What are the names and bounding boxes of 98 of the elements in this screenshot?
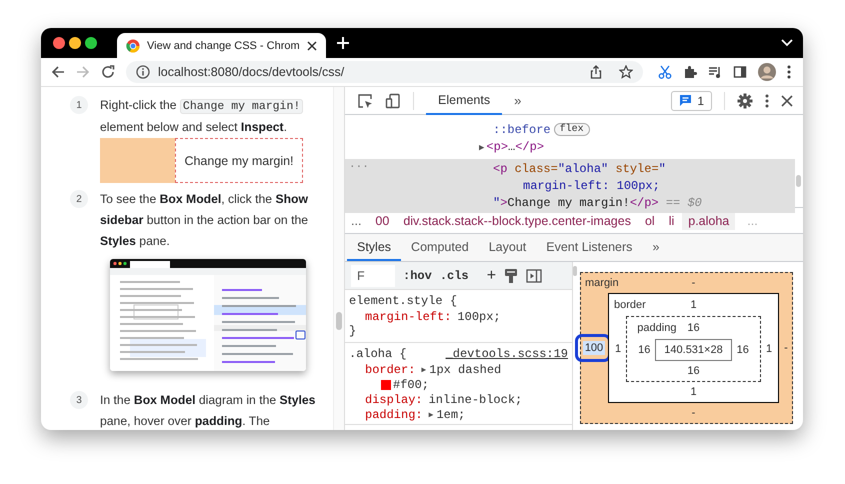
share-icon[interactable] [589,65,603,79]
address-bar[interactable]: localhost:8080/docs/devtools/css/ [126,61,643,83]
globe-icon [126,38,140,52]
property-value: 100px; [457,310,501,324]
box-value[interactable]: - [692,277,696,289]
more-tabs-button[interactable]: » [514,93,522,108]
hov-button[interactable]: :hov [403,268,432,282]
box-value[interactable]: 1 [766,343,772,355]
browser-tab[interactable]: View and change CSS - Chrom [117,33,326,58]
box-label: margin [584,277,619,289]
dom-line: ▶ <p>…</p> [479,140,544,154]
sidebar-toggle-icon[interactable] [526,268,542,282]
content-box: 140.531×28 [655,339,732,361]
property-name: display: [365,392,423,406]
chevron-down-icon[interactable] [781,39,793,47]
source-link[interactable]: _devtools.scss:19 [446,347,568,361]
issues-count: 1 [697,94,704,108]
step-number: 3 [70,391,88,409]
css-selector: element.style { [349,294,458,308]
close-icon[interactable] [306,40,317,50]
close-icon[interactable] [781,94,793,106]
step-number: 1 [70,96,88,114]
device-icon[interactable] [385,92,401,108]
box-label: padding [636,322,676,334]
box-value[interactable]: 16 [638,344,650,356]
dom-line: ::before [493,122,551,136]
closing-brace: } [349,324,358,340]
window-control-icon[interactable] [85,37,97,49]
property-name: margin-left: [365,310,452,324]
cls-button[interactable]: .cls [440,268,469,282]
dom-line: ">Change my margin!</p> == $0 [493,196,702,210]
scrollbar-thumb[interactable] [573,266,577,276]
star-icon[interactable] [619,65,633,79]
panel-tab[interactable]: Elements [426,86,502,114]
puzzle-icon[interactable] [683,65,697,79]
box-value[interactable]: - [692,407,696,419]
avatar-icon[interactable] [758,63,776,81]
box-value[interactable]: 100 [582,341,606,355]
property-value: #f00; [393,378,430,392]
dom-node[interactable]: ::before flex [345,121,803,138]
breadcrumb[interactable]: ol [638,212,661,230]
sidebar-tab[interactable]: Event Listeners [536,234,642,261]
dom-line: margin-left: 100px; [523,178,660,192]
tab-title: View and change CSS - Chrom [147,40,300,52]
scissors-icon[interactable] [658,65,672,79]
reload-icon[interactable] [101,65,115,79]
property-value: 1em; [436,408,466,422]
more-icon[interactable] [765,94,769,108]
dom-line: <p class="aloha" style=" [493,162,666,176]
filter-field[interactable]: F [351,264,395,286]
box-value[interactable]: 16 [687,365,700,377]
box-value[interactable]: 16 [736,344,749,356]
property-name: border: [365,362,416,376]
more-icon[interactable] [787,65,791,79]
box-value[interactable]: 1 [614,343,622,355]
box-value[interactable]: 16 [687,322,700,334]
sidebar-tab[interactable]: Layout [478,234,536,261]
breadcrumb[interactable]: 00 [369,212,396,230]
window-control-icon[interactable] [69,37,81,49]
property-value: 1px dashed [429,362,502,376]
breadcrumb[interactable]: div.stack.stack--block.type.center-images [397,212,637,230]
url-text: localhost:8080/docs/devtools/css/ [158,65,344,79]
playlist-icon[interactable] [708,65,722,79]
more-tabs-button[interactable]: » [642,234,670,261]
sidebar-icon[interactable] [733,65,747,79]
plus-icon[interactable] [336,36,350,50]
inspect-icon[interactable] [357,92,373,108]
property-value: inline-block; [428,392,522,406]
issues-button[interactable]: 1 [671,90,712,110]
step-text: Right-click the Change my margin! element below and select Inspect. [100,95,324,138]
demo-element: Change my margin! [175,138,303,183]
css-selector: .aloha { [349,347,407,361]
box-value[interactable]: 1 [690,299,697,311]
scroll-left-button[interactable]: ... [351,214,362,228]
new-rule-button[interactable]: + [486,266,496,284]
settings-icon[interactable] [737,92,753,108]
flex-badge[interactable]: flex [554,123,590,136]
box-value[interactable]: - [784,342,788,354]
back-icon[interactable] [51,65,65,79]
property-name: padding: [365,408,423,422]
step-text: To see the Box Model, click the Show sidebar button in the action bar on the Styles pane. [100,191,310,250]
breadcrumb[interactable]: li [662,212,680,230]
window-control-icon[interactable] [53,37,65,49]
message-icon [679,94,692,107]
info-icon [136,65,150,79]
box-label: border [613,299,646,311]
sidebar-tab[interactable]: Computed [401,234,479,261]
paint-roller-icon[interactable] [504,268,518,284]
scrollbar-thumb[interactable] [336,312,342,330]
step-text: In the Box Model diagram in the Styles pane, hover over padding. The [100,392,316,430]
expand-toggle[interactable]: ▶ [428,410,434,420]
color-swatch[interactable] [381,380,391,390]
box-value[interactable]: 1 [690,386,697,398]
dom-node[interactable]: ▶ <p>…</p> [345,138,803,155]
step-number: 2 [70,190,88,208]
scrollbar-thumb[interactable] [796,175,801,187]
expand-toggle[interactable]: ▶ [421,364,426,374]
dom-node[interactable]: ... <p class="aloha" style=" margin-left: 100px; ">Change my margin!</p> == $0 [345,159,795,213]
